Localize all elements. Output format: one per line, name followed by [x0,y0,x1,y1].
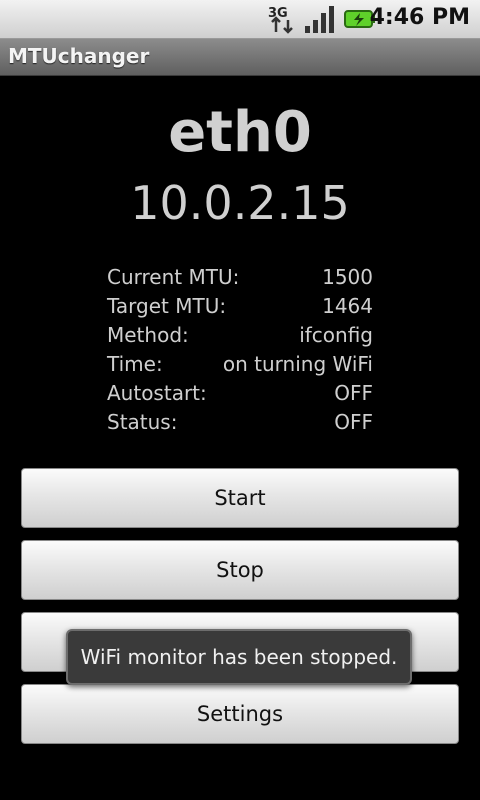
settings-button[interactable]: Settings [21,684,459,744]
status-bar: 3G 4:46 PM [0,0,480,39]
start-button[interactable]: Start [21,468,459,528]
info-label: Method: [107,323,189,347]
stop-button[interactable]: Stop [21,540,459,600]
info-label: Time: [107,352,163,376]
toast-message: WiFi monitor has been stopped. [66,629,412,685]
info-value: OFF [334,410,373,434]
status-time: 4:46 PM [369,5,470,30]
info-label: Autostart: [107,381,207,405]
app-title-bar: MTUchanger [0,39,480,76]
signal-strength-icon [305,6,334,33]
mtu-info-table: Current MTU: 1500 Target MTU: 1464 Metho… [107,263,373,437]
info-label: Target MTU: [107,294,227,318]
info-row-method: Method: ifconfig [107,321,373,350]
info-row-target-mtu: Target MTU: 1464 [107,292,373,321]
info-value: 1464 [322,294,373,318]
info-value: OFF [334,381,373,405]
info-row-time: Time: on turning WiFi [107,350,373,379]
3g-data-icon: 3G [268,6,293,34]
info-label: Status: [107,410,178,434]
info-row-current-mtu: Current MTU: 1500 [107,263,373,292]
info-value: 1500 [322,265,373,289]
interface-ip: 10.0.2.15 [130,176,350,230]
info-value: on turning WiFi [222,352,373,376]
info-value: ifconfig [299,323,373,347]
interface-name: eth0 [168,100,312,165]
info-row-autostart: Autostart: OFF [107,379,373,408]
info-label: Current MTU: [107,265,240,289]
info-row-status: Status: OFF [107,408,373,437]
app-title: MTUchanger [8,44,150,68]
